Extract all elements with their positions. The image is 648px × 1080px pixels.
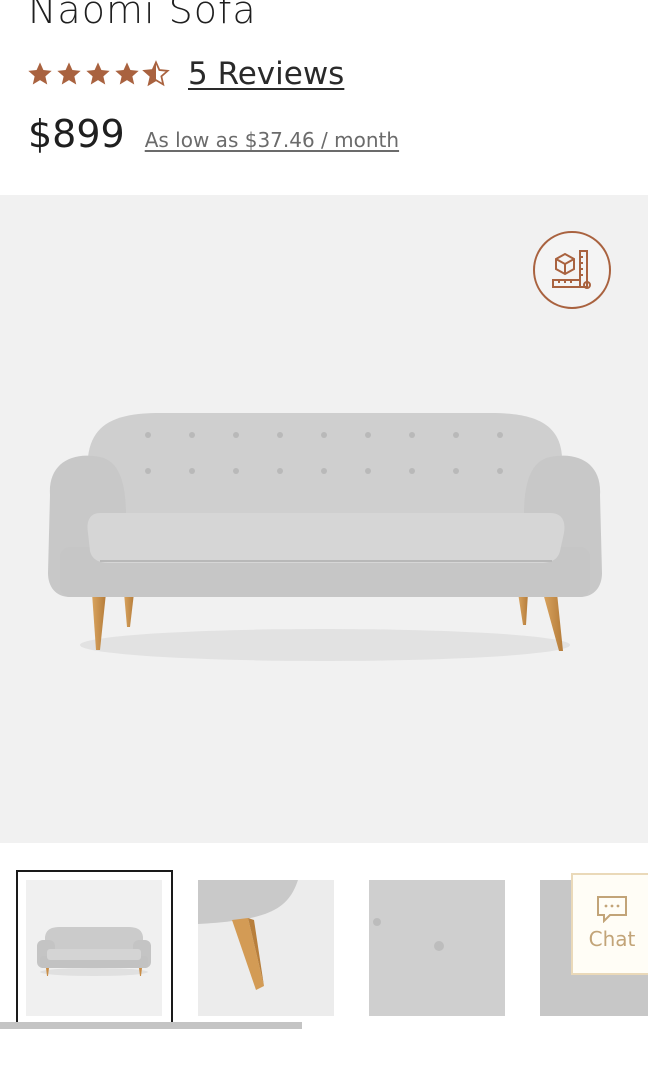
star-icon (86, 62, 110, 85)
thumbnail-carousel[interactable] (0, 868, 648, 1033)
thumbnail-tufting-detail[interactable] (369, 880, 505, 1016)
box-measure-icon (552, 250, 591, 289)
product-title: Naomi Sofa (28, 0, 257, 32)
carousel-scrollbar[interactable] (0, 1022, 302, 1029)
star-icon (28, 62, 52, 85)
price: $899 (28, 112, 125, 156)
star-icon (115, 62, 139, 85)
financing-link[interactable]: As low as $37.46 / month (145, 128, 399, 152)
reviews-link[interactable]: 5 Reviews (188, 56, 344, 92)
star-icon (57, 62, 81, 85)
thumbnail-leg-detail[interactable] (198, 880, 334, 1016)
chat-label: Chat (588, 927, 636, 951)
rating-row: 5 Reviews (26, 56, 344, 92)
chat-button[interactable]: Chat (571, 873, 648, 975)
view-dimensions-button[interactable] (533, 231, 611, 309)
chat-bubble-icon (597, 896, 627, 923)
thumbnail-selected-frame (16, 870, 173, 1026)
half-star-icon (142, 60, 170, 87)
thumbnail-tufting-image (369, 880, 505, 1016)
price-row: $899 As low as $37.46 / month (28, 112, 399, 160)
thumbnail-leg-image (198, 880, 334, 1016)
star-rating (26, 60, 170, 88)
